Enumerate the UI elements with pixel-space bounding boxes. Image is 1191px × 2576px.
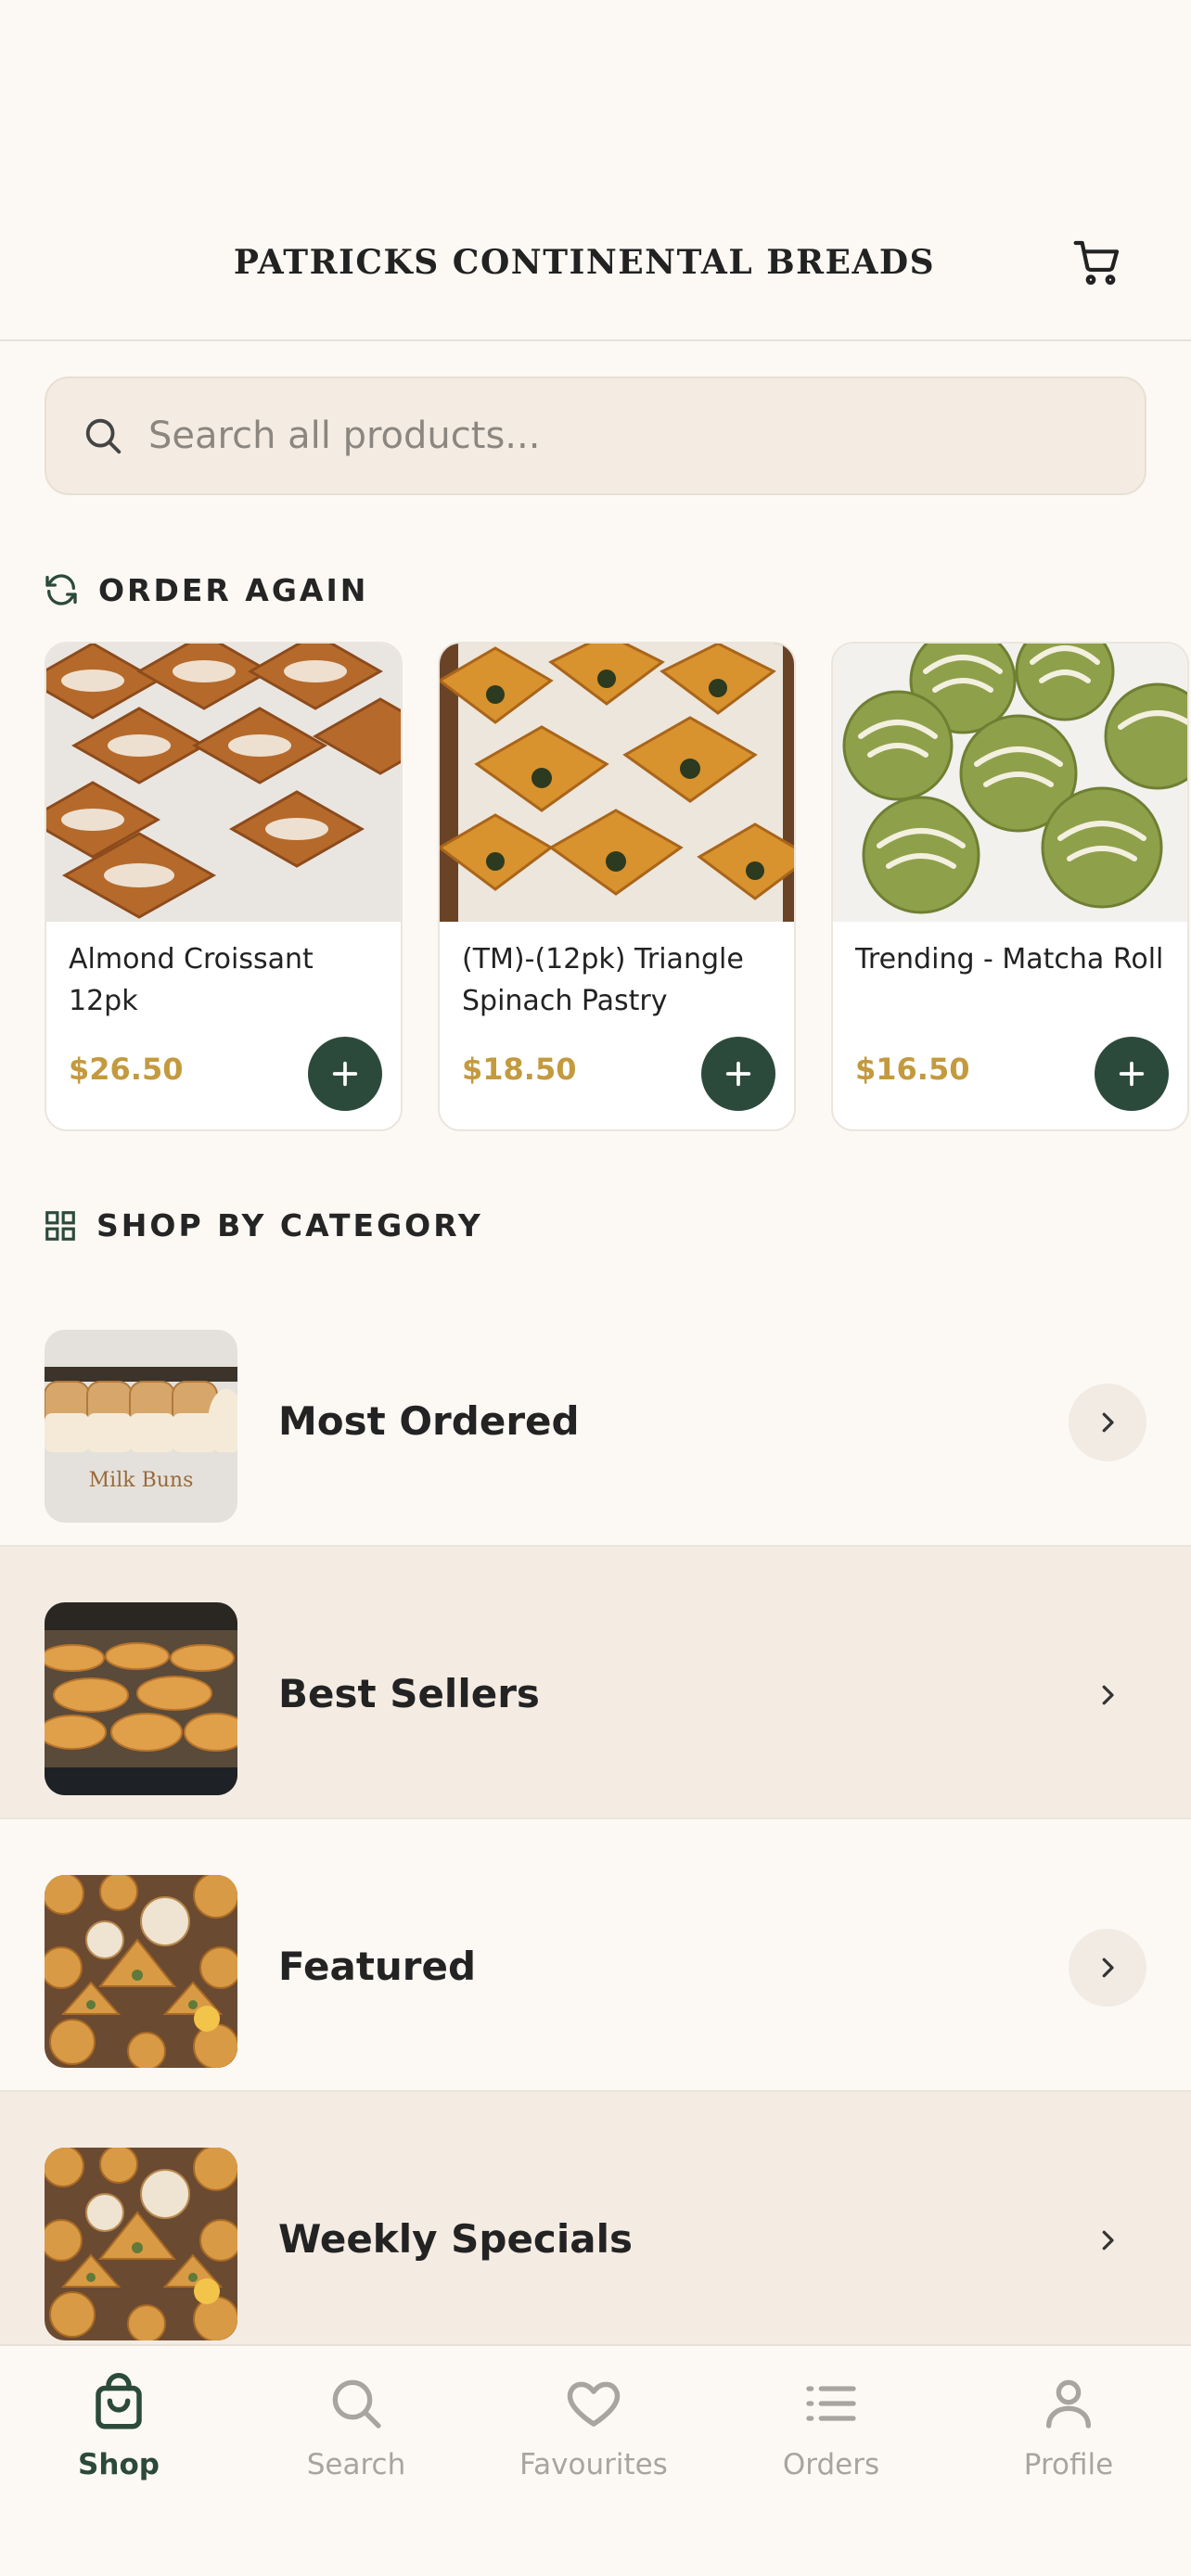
category-row-featured[interactable]: Featured [0,1819,1191,2092]
cart-icon [1073,240,1120,286]
brand-title: PATRICKS CONTINENTAL BREADS [233,243,936,282]
add-to-cart-button[interactable] [308,1037,382,1111]
bag-icon [96,2373,142,2429]
category-chevron-button[interactable] [1069,2201,1146,2279]
category-label: Most Ordered [278,1398,580,1444]
person-icon [1046,2379,1091,2429]
plus-icon [725,1061,751,1087]
category-label: Weekly Specials [278,2216,633,2262]
refresh-icon [45,574,77,606]
product-price: $18.50 [462,1052,577,1087]
category-row-best-sellers[interactable]: Best Sellers [0,1547,1191,1819]
category-label: Featured [278,1944,477,1989]
product-price: $16.50 [855,1052,970,1087]
product-card[interactable]: Trending - Matcha Roll $16.50 [831,642,1189,1131]
thumbnail-caption: Milk Buns [88,1469,194,1492]
tab-label: Search [306,2448,406,2481]
product-name: Almond Croissant 12pk [69,943,314,1017]
product-card[interactable]: Almond Croissant 12pk $26.50 [45,642,403,1131]
heart-icon [567,2381,621,2427]
search-bar[interactable] [45,376,1146,495]
plus-icon [332,1061,358,1087]
category-title: SHOP BY CATEGORY [96,1207,483,1243]
category-row-most-ordered[interactable]: Milk Buns Most Ordered [0,1274,1191,1547]
list-icon [806,2386,856,2421]
product-image [46,644,401,922]
search-input[interactable] [148,414,1076,457]
category-thumbnail [45,1602,237,1795]
product-name: (TM)-(12pk) Triangle Spinach Pastry [462,943,744,1017]
bottom-tab-bar: Shop Search Favourites Orders Profile [0,2344,1191,2576]
category-chevron-button[interactable] [1069,1384,1146,1461]
grid-icon [45,1210,75,1241]
add-to-cart-button[interactable] [1095,1037,1169,1111]
product-name: Trending - Matcha Roll [855,943,1164,976]
order-again-heading: ORDER AGAIN [43,571,368,608]
category-thumbnail [45,1875,237,2068]
tab-label: Orders [782,2448,880,2481]
category-chevron-button[interactable] [1069,1656,1146,1734]
product-image [440,644,794,922]
tab-label: Profile [1023,2448,1114,2481]
category-row-weekly-specials[interactable]: Weekly Specials [0,2092,1191,2365]
order-again-carousel[interactable]: Almond Croissant 12pk $26.50 (TM)-(12pk)… [45,642,1191,1133]
search-icon [332,2379,381,2429]
chevron-right-icon [1102,1412,1114,1433]
category-chevron-button[interactable] [1069,1929,1146,2007]
product-price: $26.50 [69,1052,184,1087]
app-header: PATRICKS CONTINENTAL BREADS [0,0,1191,341]
category-thumbnail [45,2148,237,2340]
chevron-right-icon [1102,1958,1114,1978]
tab-shop[interactable]: Shop [0,2365,237,2504]
product-image [833,644,1187,922]
tab-orders[interactable]: Orders [712,2365,950,2504]
tab-label: Shop [78,2448,160,2481]
chevron-right-icon [1102,2230,1114,2251]
plus-icon [1119,1061,1145,1087]
product-card[interactable]: (TM)-(12pk) Triangle Spinach Pastry $18.… [438,642,796,1131]
add-to-cart-button[interactable] [701,1037,775,1111]
search-icon [85,418,122,454]
category-label: Best Sellers [278,1671,540,1716]
order-again-title: ORDER AGAIN [98,571,369,608]
category-thumbnail: Milk Buns [45,1330,237,1523]
chevron-right-icon [1102,1685,1114,1705]
tab-search[interactable]: Search [237,2365,475,2504]
cart-button[interactable] [1067,232,1128,293]
category-heading: SHOP BY CATEGORY [43,1207,483,1243]
tab-favourites[interactable]: Favourites [475,2365,712,2504]
tab-label: Favourites [519,2448,668,2481]
tab-profile[interactable]: Profile [950,2365,1187,2504]
